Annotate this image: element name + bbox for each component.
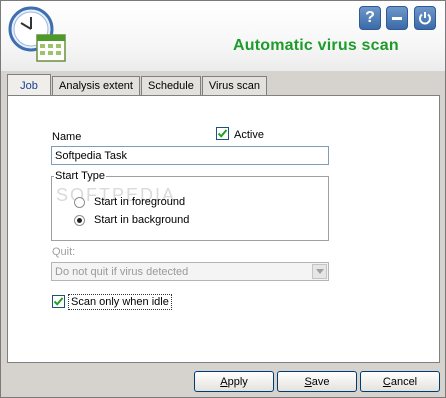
power-icon (419, 12, 431, 25)
active-checkbox[interactable] (216, 127, 229, 140)
checkmark-icon (53, 297, 64, 306)
apply-label-rest: pply (227, 375, 248, 388)
quit-select-value: Do not quit if virus detected (55, 266, 189, 278)
quit-select: Do not quit if virus detected (51, 262, 329, 281)
page-title: Automatic virus scan (233, 37, 399, 54)
tab-job[interactable]: Job (7, 74, 51, 96)
start-background-label: Start in background (94, 214, 190, 226)
cancel-mnemonic: C (382, 375, 391, 388)
scan-idle-label: Scan only when idle (68, 293, 172, 310)
start-foreground-label: Start in foreground (94, 196, 186, 208)
header-banner: ? Automatic virus scan (1, 1, 445, 71)
save-label-rest: ave (311, 375, 330, 388)
name-label: Name (52, 131, 82, 143)
save-button[interactable]: Save (277, 371, 357, 392)
dialog-window: ? Automatic virus scan Job Analysis exte… (0, 0, 446, 398)
active-label: Active (234, 129, 264, 141)
quit-label: Quit: (52, 246, 76, 258)
scan-idle-checkbox[interactable] (52, 295, 65, 308)
name-input[interactable] (51, 146, 329, 165)
tab-virus-scan[interactable]: Virus scan (201, 76, 268, 96)
cancel-label-rest: ancel (390, 375, 418, 388)
cancel-button[interactable]: Cancel (360, 371, 440, 392)
start-foreground-radio[interactable] (74, 197, 85, 208)
apply-button[interactable]: Apply (194, 371, 274, 392)
apply-mnemonic: A (220, 375, 228, 388)
save-mnemonic: S (304, 375, 312, 388)
power-button[interactable] (414, 6, 436, 30)
clock-calendar-icon (8, 6, 66, 62)
minimize-icon (392, 17, 402, 20)
tab-analysis-extent[interactable]: Analysis extent (52, 76, 140, 96)
job-panel: Name Active Start Type SOFTPEDIA Start i… (7, 95, 440, 363)
minimize-button[interactable] (386, 6, 408, 30)
start-type-legend: Start Type (54, 170, 106, 182)
start-background-radio[interactable] (74, 215, 85, 226)
help-button[interactable]: ? (359, 6, 381, 30)
quit-dropdown-button (312, 264, 327, 279)
tab-bar: Job Analysis extent Schedule Virus scan (7, 74, 268, 96)
scan-idle-option[interactable]: Scan only when idle (52, 293, 172, 310)
chevron-down-icon (315, 269, 324, 274)
tab-schedule[interactable]: Schedule (140, 76, 201, 96)
start-type-group: Start Type SOFTPEDIA Start in foreground… (51, 170, 329, 241)
help-icon: ? (365, 9, 375, 26)
checkmark-icon (217, 129, 228, 138)
